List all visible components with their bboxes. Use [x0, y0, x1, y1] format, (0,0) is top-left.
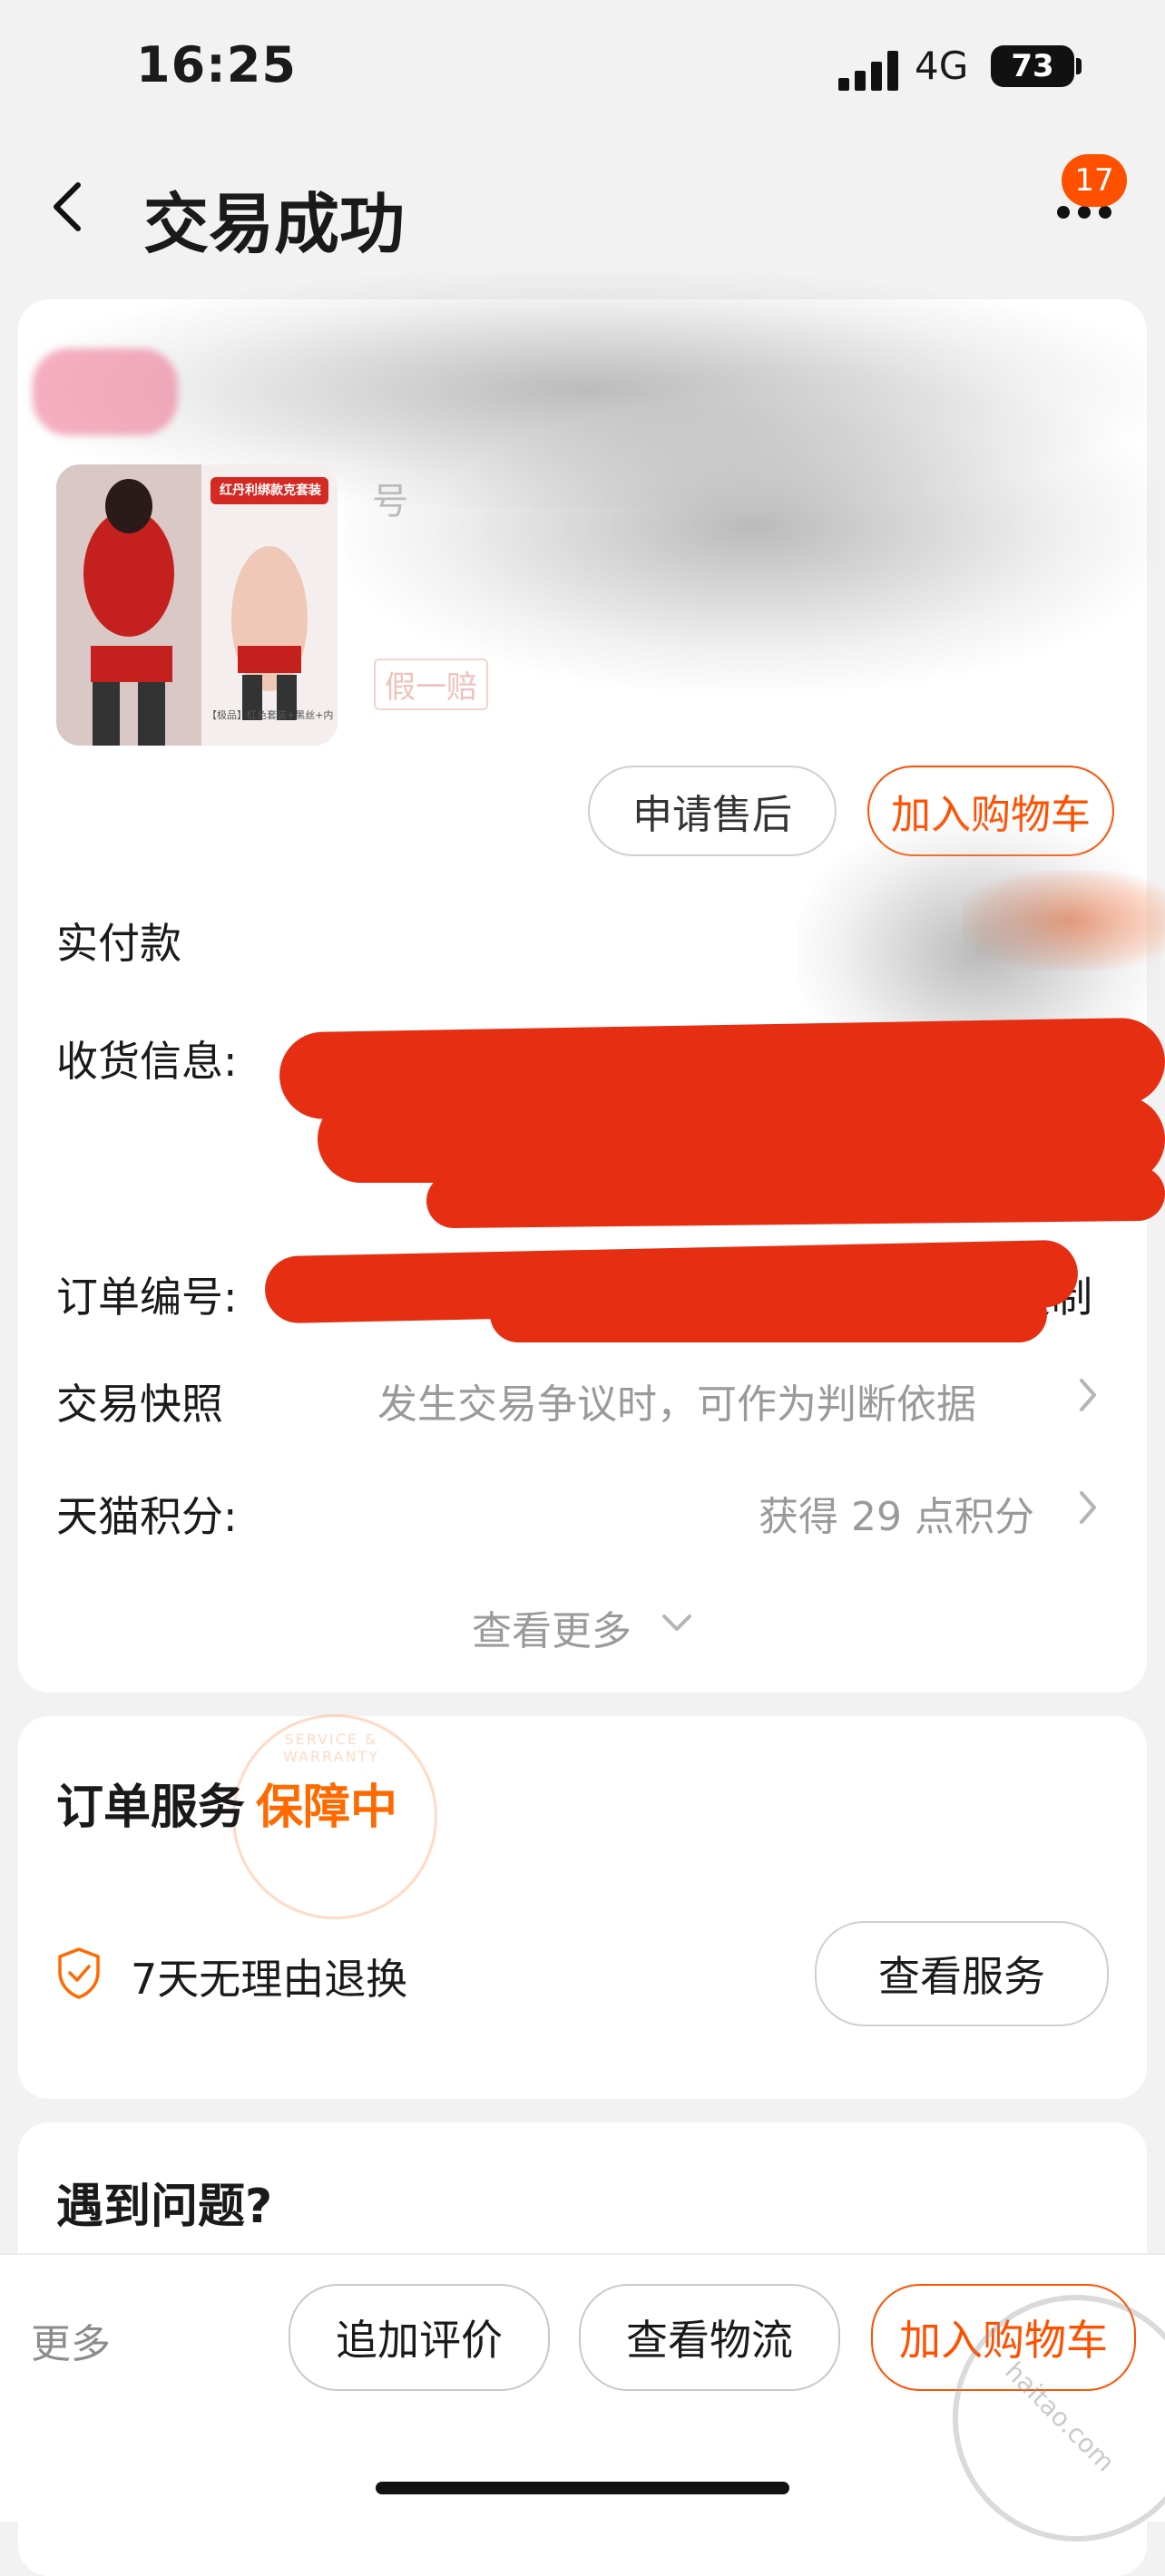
- back-arrow-icon[interactable]: [49, 180, 85, 234]
- chevron-down-icon[interactable]: [661, 1613, 693, 1634]
- order-number-redaction: [490, 1286, 1047, 1342]
- guarantee-tag-partial: 假一赔: [374, 659, 488, 710]
- add-review-button[interactable]: 追加评价: [289, 2284, 550, 2391]
- product-photo: [56, 464, 338, 746]
- points-value[interactable]: 获得 29 点积分: [759, 1484, 1034, 1542]
- address-redaction: [426, 1166, 1165, 1229]
- battery-level: 73: [1011, 48, 1054, 84]
- snapshot-value[interactable]: 发生交易争议时，可作为判断依据: [377, 1371, 976, 1429]
- message-badge: 17: [1062, 154, 1127, 207]
- product-title-partial: 号: [372, 481, 408, 522]
- service-item: 7天无理由退换: [131, 1955, 408, 2004]
- view-service-button[interactable]: 查看服务: [815, 1921, 1109, 2026]
- signal-icon: [838, 51, 898, 91]
- network-type: 4G: [915, 44, 969, 88]
- snapshot-label: 交易快照: [56, 1380, 223, 1429]
- warranty-stamp-text: SERVICE & WARRANTY: [283, 1731, 379, 1765]
- shield-check-icon: [58, 1947, 100, 1999]
- order-number-label: 订单编号:: [56, 1273, 238, 1322]
- product-image[interactable]: 红丹利绑款克套装 【极品】红色套装+黑丝+内裤(3件): [56, 464, 338, 746]
- home-indicator: [376, 2482, 789, 2494]
- see-more-link[interactable]: 查看更多: [472, 1598, 631, 1656]
- address-label: 收货信息:: [56, 1037, 238, 1086]
- scribble-redaction: [345, 363, 1161, 689]
- battery-tip: [1076, 58, 1082, 74]
- page-title: 交易成功: [143, 186, 406, 262]
- status-time: 16:25: [136, 36, 297, 93]
- battery-icon: 73: [991, 45, 1074, 87]
- product-image-caption: 红丹利绑款克套装: [220, 483, 321, 498]
- help-title: 遇到问题?: [56, 2180, 273, 2234]
- view-logistics-button[interactable]: 查看物流: [579, 2284, 840, 2391]
- chevron-right-icon[interactable]: [1076, 1375, 1100, 1415]
- chevron-right-icon[interactable]: [1076, 1488, 1100, 1527]
- paid-label: 实付款: [56, 919, 181, 968]
- more-link[interactable]: 更多: [31, 2311, 111, 2369]
- service-status: 保障中: [256, 1781, 398, 1835]
- scribble-redaction-pink: [33, 348, 178, 435]
- points-label: 天猫积分:: [56, 1492, 238, 1541]
- product-image-footer: 【极品】红色套装+黑丝+内裤(3件): [207, 709, 334, 721]
- service-title: 订单服务: [56, 1781, 246, 1835]
